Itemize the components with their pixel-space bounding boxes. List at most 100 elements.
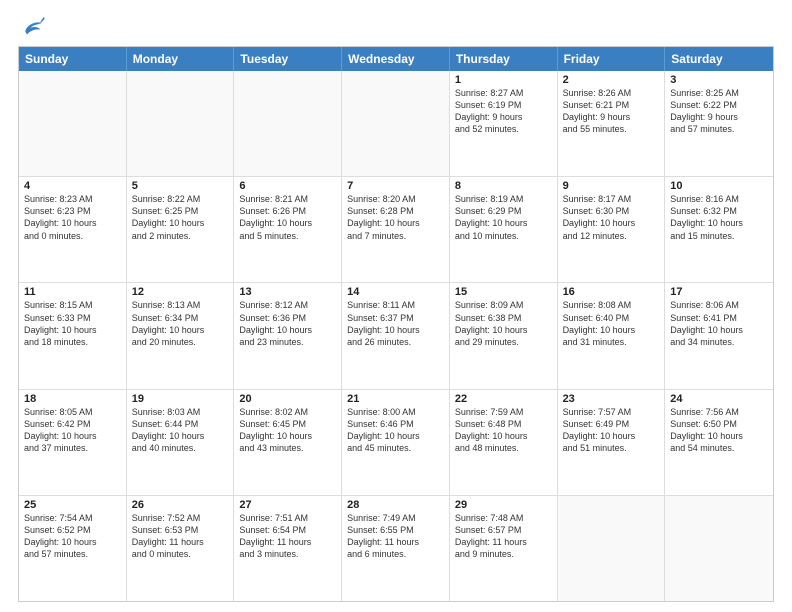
calendar-cell: 19Sunrise: 8:03 AM Sunset: 6:44 PM Dayli… [127,390,235,495]
calendar-cell: 11Sunrise: 8:15 AM Sunset: 6:33 PM Dayli… [19,283,127,388]
header-cell-wednesday: Wednesday [342,47,450,71]
day-number: 26 [132,499,229,511]
calendar-row-1: 1Sunrise: 8:27 AM Sunset: 6:19 PM Daylig… [19,71,773,177]
calendar-row-3: 11Sunrise: 8:15 AM Sunset: 6:33 PM Dayli… [19,283,773,389]
calendar-body: 1Sunrise: 8:27 AM Sunset: 6:19 PM Daylig… [19,71,773,601]
calendar-cell: 8Sunrise: 8:19 AM Sunset: 6:29 PM Daylig… [450,177,558,282]
calendar-cell: 4Sunrise: 8:23 AM Sunset: 6:23 PM Daylig… [19,177,127,282]
cell-text: Sunrise: 8:05 AM Sunset: 6:42 PM Dayligh… [24,406,121,455]
cell-text: Sunrise: 7:56 AM Sunset: 6:50 PM Dayligh… [670,406,768,455]
cell-text: Sunrise: 7:48 AM Sunset: 6:57 PM Dayligh… [455,512,552,561]
day-number: 6 [239,180,336,192]
calendar-cell: 20Sunrise: 8:02 AM Sunset: 6:45 PM Dayli… [234,390,342,495]
calendar-cell [558,496,666,601]
calendar-cell: 12Sunrise: 8:13 AM Sunset: 6:34 PM Dayli… [127,283,235,388]
calendar-row-5: 25Sunrise: 7:54 AM Sunset: 6:52 PM Dayli… [19,496,773,601]
day-number: 23 [563,393,660,405]
cell-text: Sunrise: 8:26 AM Sunset: 6:21 PM Dayligh… [563,87,660,136]
day-number: 2 [563,74,660,86]
cell-text: Sunrise: 7:54 AM Sunset: 6:52 PM Dayligh… [24,512,121,561]
calendar-cell: 21Sunrise: 8:00 AM Sunset: 6:46 PM Dayli… [342,390,450,495]
calendar-cell: 7Sunrise: 8:20 AM Sunset: 6:28 PM Daylig… [342,177,450,282]
logo-icon [18,16,46,38]
cell-text: Sunrise: 8:09 AM Sunset: 6:38 PM Dayligh… [455,299,552,348]
calendar-cell: 6Sunrise: 8:21 AM Sunset: 6:26 PM Daylig… [234,177,342,282]
header-cell-saturday: Saturday [665,47,773,71]
day-number: 24 [670,393,768,405]
day-number: 28 [347,499,444,511]
page-header [18,16,774,38]
cell-text: Sunrise: 8:02 AM Sunset: 6:45 PM Dayligh… [239,406,336,455]
cell-text: Sunrise: 8:23 AM Sunset: 6:23 PM Dayligh… [24,193,121,242]
day-number: 17 [670,286,768,298]
cell-text: Sunrise: 8:13 AM Sunset: 6:34 PM Dayligh… [132,299,229,348]
day-number: 27 [239,499,336,511]
day-number: 29 [455,499,552,511]
cell-text: Sunrise: 8:16 AM Sunset: 6:32 PM Dayligh… [670,193,768,242]
calendar-cell: 2Sunrise: 8:26 AM Sunset: 6:21 PM Daylig… [558,71,666,176]
cell-text: Sunrise: 8:25 AM Sunset: 6:22 PM Dayligh… [670,87,768,136]
calendar-cell: 23Sunrise: 7:57 AM Sunset: 6:49 PM Dayli… [558,390,666,495]
cell-text: Sunrise: 8:08 AM Sunset: 6:40 PM Dayligh… [563,299,660,348]
day-number: 25 [24,499,121,511]
header-cell-monday: Monday [127,47,235,71]
calendar-cell: 26Sunrise: 7:52 AM Sunset: 6:53 PM Dayli… [127,496,235,601]
day-number: 21 [347,393,444,405]
day-number: 7 [347,180,444,192]
cell-text: Sunrise: 8:20 AM Sunset: 6:28 PM Dayligh… [347,193,444,242]
cell-text: Sunrise: 8:27 AM Sunset: 6:19 PM Dayligh… [455,87,552,136]
cell-text: Sunrise: 7:49 AM Sunset: 6:55 PM Dayligh… [347,512,444,561]
day-number: 14 [347,286,444,298]
day-number: 13 [239,286,336,298]
calendar-cell [234,71,342,176]
calendar-cell: 9Sunrise: 8:17 AM Sunset: 6:30 PM Daylig… [558,177,666,282]
day-number: 15 [455,286,552,298]
day-number: 5 [132,180,229,192]
cell-text: Sunrise: 8:22 AM Sunset: 6:25 PM Dayligh… [132,193,229,242]
calendar-cell: 22Sunrise: 7:59 AM Sunset: 6:48 PM Dayli… [450,390,558,495]
day-number: 1 [455,74,552,86]
day-number: 20 [239,393,336,405]
header-cell-friday: Friday [558,47,666,71]
day-number: 3 [670,74,768,86]
cell-text: Sunrise: 8:21 AM Sunset: 6:26 PM Dayligh… [239,193,336,242]
calendar-cell: 18Sunrise: 8:05 AM Sunset: 6:42 PM Dayli… [19,390,127,495]
cell-text: Sunrise: 8:11 AM Sunset: 6:37 PM Dayligh… [347,299,444,348]
header-cell-tuesday: Tuesday [234,47,342,71]
cell-text: Sunrise: 8:19 AM Sunset: 6:29 PM Dayligh… [455,193,552,242]
day-number: 18 [24,393,121,405]
calendar-cell: 29Sunrise: 7:48 AM Sunset: 6:57 PM Dayli… [450,496,558,601]
day-number: 4 [24,180,121,192]
calendar-header: SundayMondayTuesdayWednesdayThursdayFrid… [19,47,773,71]
cell-text: Sunrise: 8:12 AM Sunset: 6:36 PM Dayligh… [239,299,336,348]
cell-text: Sunrise: 8:03 AM Sunset: 6:44 PM Dayligh… [132,406,229,455]
calendar-cell: 25Sunrise: 7:54 AM Sunset: 6:52 PM Dayli… [19,496,127,601]
calendar-cell: 3Sunrise: 8:25 AM Sunset: 6:22 PM Daylig… [665,71,773,176]
calendar-row-2: 4Sunrise: 8:23 AM Sunset: 6:23 PM Daylig… [19,177,773,283]
day-number: 10 [670,180,768,192]
calendar-cell [342,71,450,176]
day-number: 8 [455,180,552,192]
calendar-cell: 5Sunrise: 8:22 AM Sunset: 6:25 PM Daylig… [127,177,235,282]
calendar-cell [19,71,127,176]
calendar-cell [665,496,773,601]
calendar-row-4: 18Sunrise: 8:05 AM Sunset: 6:42 PM Dayli… [19,390,773,496]
calendar-cell: 15Sunrise: 8:09 AM Sunset: 6:38 PM Dayli… [450,283,558,388]
calendar-cell: 16Sunrise: 8:08 AM Sunset: 6:40 PM Dayli… [558,283,666,388]
day-number: 16 [563,286,660,298]
calendar-cell: 28Sunrise: 7:49 AM Sunset: 6:55 PM Dayli… [342,496,450,601]
cell-text: Sunrise: 8:06 AM Sunset: 6:41 PM Dayligh… [670,299,768,348]
calendar-cell: 13Sunrise: 8:12 AM Sunset: 6:36 PM Dayli… [234,283,342,388]
header-cell-thursday: Thursday [450,47,558,71]
calendar-cell: 1Sunrise: 8:27 AM Sunset: 6:19 PM Daylig… [450,71,558,176]
day-number: 9 [563,180,660,192]
cell-text: Sunrise: 8:17 AM Sunset: 6:30 PM Dayligh… [563,193,660,242]
header-cell-sunday: Sunday [19,47,127,71]
day-number: 11 [24,286,121,298]
day-number: 22 [455,393,552,405]
calendar-cell: 10Sunrise: 8:16 AM Sunset: 6:32 PM Dayli… [665,177,773,282]
calendar-cell: 27Sunrise: 7:51 AM Sunset: 6:54 PM Dayli… [234,496,342,601]
cell-text: Sunrise: 7:52 AM Sunset: 6:53 PM Dayligh… [132,512,229,561]
cell-text: Sunrise: 8:00 AM Sunset: 6:46 PM Dayligh… [347,406,444,455]
calendar-cell: 14Sunrise: 8:11 AM Sunset: 6:37 PM Dayli… [342,283,450,388]
